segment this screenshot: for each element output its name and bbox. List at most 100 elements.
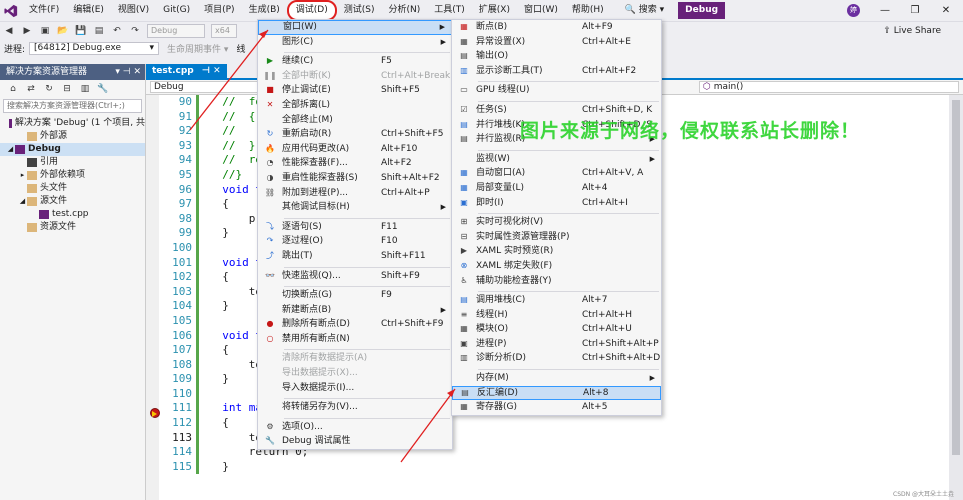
menu-item[interactable]: ▦ 模块(O) Ctrl+Alt+U [452, 322, 661, 337]
process-select[interactable]: [64812] Debug.exe ▾ [29, 42, 160, 55]
tree-item[interactable]: 解决方案 'Debug' (1 个项目, 共 [0, 117, 145, 130]
undo-icon[interactable]: ↶ [110, 25, 124, 37]
menu-item[interactable]: ▥ 显示诊断工具(T) Ctrl+Alt+F2 [452, 64, 661, 79]
menu-item[interactable]: ≡ 线程(H) Ctrl+Alt+H [452, 308, 661, 323]
menu-item[interactable]: ◑ 重启性能探查器(S) Shift+Alt+F2 [258, 171, 452, 186]
menu-item[interactable]: ▣ 进程(P) Ctrl+Shift+Alt+P [452, 337, 661, 352]
menu-item[interactable]: ▦ 寄存器(G) Alt+5 [452, 400, 661, 415]
pin-icon[interactable]: ▾ ⊣ ✕ [115, 64, 141, 80]
open-icon[interactable]: 📂 [56, 25, 70, 37]
menu-item-2[interactable]: 视图(V) [111, 0, 156, 21]
menu-item[interactable]: ▶ XAML 实时预览(R) [452, 244, 661, 259]
tree-item[interactable]: test.cpp [0, 208, 145, 221]
menu-item[interactable]: 导入数据提示(I)... [258, 381, 452, 396]
show-all-icon[interactable]: ▥ [78, 83, 92, 95]
menu-item[interactable]: ▣ 即时(I) Ctrl+Alt+I [452, 196, 661, 211]
menu-item[interactable]: 将转储另存为(V)... [258, 400, 452, 415]
menu-item[interactable]: 新建断点(B) ▶ [258, 303, 452, 318]
menu-item[interactable]: ⤵ 逐语句(S) F11 [258, 220, 452, 235]
home-icon[interactable]: ⌂ [6, 83, 20, 95]
tree-item[interactable]: 资源文件 [0, 221, 145, 234]
menu-item[interactable]: ▤ 输出(O) [452, 49, 661, 64]
search-button[interactable]: 🔍 搜索 ▾ [619, 0, 670, 21]
menu-item-11[interactable]: 窗口(W) [517, 0, 565, 21]
menu-item[interactable]: ▦ 异常设置(X) Ctrl+Alt+E [452, 35, 661, 50]
vertical-scrollbar[interactable] [949, 95, 963, 500]
menu-item[interactable]: ▶ 继续(C) F5 [258, 54, 452, 69]
menu-item-8[interactable]: 分析(N) [381, 0, 427, 21]
save-icon[interactable]: 💾 [74, 25, 88, 37]
menu-item[interactable]: ▤ 调用堆栈(C) Alt+7 [452, 293, 661, 308]
menu-item[interactable]: 切换断点(G) F9 [258, 288, 452, 303]
forward-icon[interactable]: ▶ [20, 25, 34, 37]
menu-item[interactable]: ⊞ 实时可视化树(V) [452, 215, 661, 230]
expander-icon[interactable]: ▸ [18, 169, 27, 182]
menu-item[interactable]: 全部终止(M) [258, 113, 452, 128]
tree-item[interactable]: ▸ 外部依赖项 [0, 169, 145, 182]
sync-icon[interactable]: ⇄ [24, 83, 38, 95]
wrench-icon[interactable]: 🔧 [96, 83, 110, 95]
menu-item[interactable]: 其他调试目标(H) ▶ [258, 200, 452, 215]
code-line[interactable]: 115 } [160, 459, 963, 475]
menu-item[interactable]: ▥ 诊断分析(D) Ctrl+Shift+Alt+D [452, 351, 661, 366]
tree-item[interactable]: 头文件 [0, 182, 145, 195]
refresh-icon[interactable]: ↻ [42, 83, 56, 95]
menu-item[interactable]: ▦ 断点(B) Alt+F9 [452, 20, 661, 35]
breakpoint-gutter[interactable] [146, 95, 159, 500]
save-all-icon[interactable]: ▤ [92, 25, 106, 37]
menu-item[interactable]: 内存(M) ▶ [452, 371, 661, 386]
menu-item-10[interactable]: 扩展(X) [472, 0, 517, 21]
menu-item-5[interactable]: 生成(B) [242, 0, 287, 21]
collapse-all-icon[interactable]: ⊟ [60, 83, 74, 95]
menu-item[interactable]: ▭ GPU 线程(U) [452, 83, 661, 98]
menu-item-4[interactable]: 项目(P) [197, 0, 241, 21]
menu-item[interactable]: ⛓ 附加到进程(P)... Ctrl+Alt+P [258, 186, 452, 201]
menu-item[interactable]: ⊟ 实时属性资源管理器(P) [452, 230, 661, 245]
close-tab-icon[interactable]: ⊣ ✕ [202, 64, 221, 78]
expander-icon[interactable]: ◢ [6, 143, 15, 156]
menu-item[interactable]: ▦ 自动窗口(A) Ctrl+Alt+V, A [452, 166, 661, 181]
tree-item[interactable]: 外部源 [0, 130, 145, 143]
menu-item-1[interactable]: 编辑(E) [66, 0, 111, 21]
back-icon[interactable]: ◀ [2, 25, 16, 37]
tree-item[interactable]: ◢ Debug [0, 143, 145, 156]
solution-search-input[interactable]: 搜索解决方案资源管理器(Ctrl+;) [3, 99, 142, 113]
menu-item[interactable]: ♿ 辅助功能检查器(Y) [452, 274, 661, 289]
menu-item[interactable]: ▤ 反汇编(D) Alt+8 [452, 385, 661, 401]
menu-item[interactable]: 窗口(W) ▶ [258, 20, 452, 35]
menu-item[interactable]: ○ 禁用所有断点(N) [258, 332, 452, 347]
menu-item[interactable]: ✕ 全部拆离(L) [258, 98, 452, 113]
menu-item-6[interactable]: 调试(D) [286, 0, 337, 21]
menu-item[interactable]: 🔧 Debug 调试属性 [258, 434, 452, 449]
tree-item[interactable]: 引用 [0, 156, 145, 169]
menu-item[interactable]: 导出数据提示(X)... [258, 366, 452, 381]
account-avatar[interactable]: 婷 [847, 4, 860, 17]
menu-item[interactable]: ↷ 逐过程(O) F10 [258, 234, 452, 249]
menu-item[interactable]: ↻ 重新启动(R) Ctrl+Shift+F5 [258, 127, 452, 142]
menu-item[interactable]: ■ 停止调试(E) Shift+F5 [258, 83, 452, 98]
live-share-button[interactable]: ⇪ Live Share [883, 24, 941, 39]
maximize-icon[interactable]: ❐ [900, 0, 930, 21]
close-icon[interactable]: ✕ [931, 0, 961, 21]
menu-item[interactable]: ⚙ 选项(O)... [258, 420, 452, 435]
scrollbar-thumb[interactable] [952, 100, 960, 455]
menu-item[interactable]: 👓 快速监视(Q)... Shift+F9 [258, 269, 452, 284]
platform-select[interactable]: x64 [211, 24, 237, 38]
menu-item-3[interactable]: Git(G) [156, 0, 197, 21]
new-project-icon[interactable]: ▣ [38, 25, 52, 37]
configuration-select[interactable]: Debug [147, 24, 205, 38]
menu-item[interactable]: 图形(C) ▶ [258, 35, 452, 50]
menu-item-9[interactable]: 工具(T) [427, 0, 472, 21]
menu-item[interactable]: ⤴ 跳出(T) Shift+F11 [258, 249, 452, 264]
redo-icon[interactable]: ↷ [128, 25, 142, 37]
menu-item-0[interactable]: 文件(F) [22, 0, 66, 21]
minimize-icon[interactable]: — [870, 0, 900, 21]
tab-test-cpp[interactable]: test.cpp ⊣ ✕ [146, 64, 227, 78]
member-select[interactable]: ⬡ main() [699, 81, 959, 93]
menu-item[interactable]: ⊗ XAML 绑定失败(F) [452, 259, 661, 274]
menu-item[interactable]: 🔥 应用代码更改(A) Alt+F10 [258, 142, 452, 157]
menu-item[interactable]: ● 删除所有断点(D) Ctrl+Shift+F9 [258, 317, 452, 332]
menu-item[interactable]: ◔ 性能探查器(F)... Alt+F2 [258, 156, 452, 171]
tree-item[interactable]: ◢ 源文件 [0, 195, 145, 208]
menu-item[interactable]: 清除所有数据提示(A) [258, 351, 452, 366]
